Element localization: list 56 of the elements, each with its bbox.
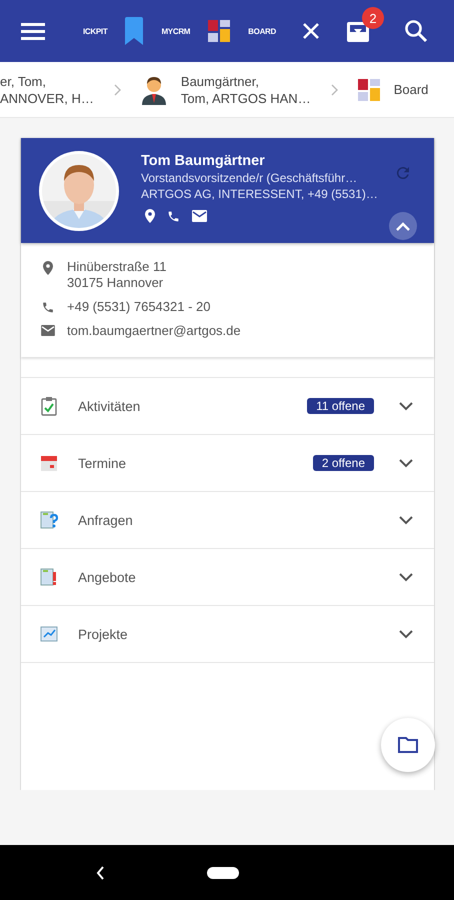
phone-icon[interactable]: [167, 210, 180, 222]
document-question-icon: [40, 510, 58, 530]
section-row[interactable]: Angebote: [21, 548, 434, 605]
document-alert-icon: [40, 567, 58, 587]
chevron-icon[interactable]: [399, 458, 413, 468]
location-icon: [41, 261, 55, 275]
location-icon[interactable]: [145, 209, 155, 223]
tab[interactable]: ICKPIT: [83, 26, 108, 36]
phone-link[interactable]: +49 (5531) 7654321 - 20: [67, 299, 210, 315]
chevron-up-icon: [396, 222, 410, 230]
back-icon[interactable]: [96, 866, 105, 880]
inbox-icon[interactable]: [346, 19, 370, 43]
section-label: Termine: [78, 456, 128, 470]
phone-icon: [41, 301, 55, 314]
breadcrumb-link[interactable]: Baumgärtner, Tom, ARTGOS HAN…: [180, 72, 311, 106]
tab[interactable]: MYCRM: [161, 26, 190, 36]
section-row[interactable]: Aktivitäten 11 offene: [21, 377, 434, 434]
close-icon[interactable]: [302, 22, 320, 40]
clipboard-check-icon: [40, 396, 58, 416]
section-label: Projekte: [78, 626, 129, 642]
section-label: Anfragen: [78, 512, 134, 528]
home-button[interactable]: [207, 866, 239, 878]
chevron-icon[interactable]: [399, 572, 413, 582]
section-row[interactable]: Anfragen: [21, 491, 434, 548]
chevron-icon[interactable]: [399, 402, 413, 410]
section-row[interactable]: Termine 2 offene: [21, 434, 434, 491]
board-icon: [358, 78, 380, 100]
contact-company: ARTGOS AG, INTERESSENT, +49 (5531)…: [141, 187, 378, 201]
chevron-icon[interactable]: [399, 630, 413, 638]
menu-icon[interactable]: [21, 22, 45, 40]
count-badge: 2 offene: [312, 455, 374, 471]
tab[interactable]: BOARD: [248, 26, 276, 36]
section-label: Aktivitäten: [78, 398, 142, 414]
breadcrumb-link[interactable]: er, Tom, ANNOVER, H…: [0, 72, 94, 106]
breadcrumb-link[interactable]: Board: [394, 81, 428, 98]
folder-icon: [398, 737, 418, 753]
section-row[interactable]: Projekte: [21, 605, 434, 663]
search-icon[interactable]: [404, 19, 428, 43]
board-icon[interactable]: [208, 20, 230, 42]
contact-title: Vorstandsvorsitzende/r (Geschäftsführ…: [141, 171, 358, 185]
contact-name: Tom Baumgärtner: [141, 153, 265, 169]
email-link[interactable]: tom.baumgaertner@artgos.de: [67, 323, 241, 339]
collapse-button[interactable]: [389, 212, 417, 240]
section-label: Angebote: [78, 570, 137, 584]
calendar-icon: [40, 453, 58, 473]
mail-icon[interactable]: [192, 210, 207, 222]
address-text: Hinüberstraße 11 30175 Hannover: [67, 259, 166, 291]
chevron-right-icon: [114, 84, 121, 96]
count-badge: 11 offene: [307, 398, 374, 414]
notification-badge: 2: [362, 7, 384, 29]
bookmark-icon[interactable]: [125, 17, 144, 45]
chart-icon: [40, 624, 58, 644]
chevron-right-icon: [330, 84, 338, 96]
mail-icon: [41, 325, 55, 336]
chevron-icon[interactable]: [399, 516, 413, 524]
person-icon: [140, 74, 167, 104]
